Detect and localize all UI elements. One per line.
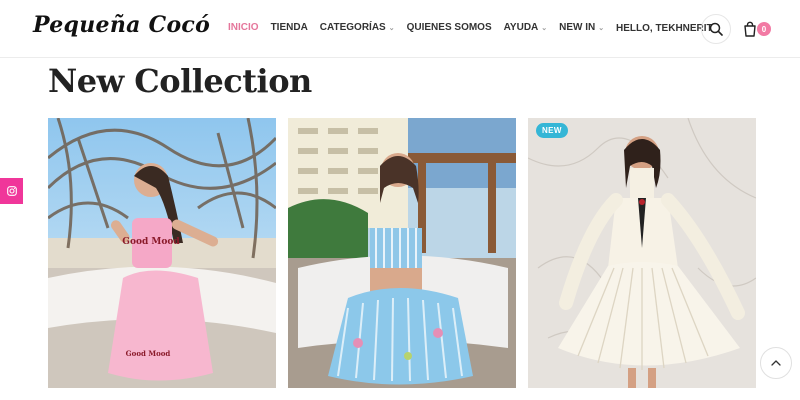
nav-item-label: QUIENES SOMOS — [406, 22, 492, 33]
cart-count-badge: 0 — [757, 22, 771, 36]
print-text: Good Mood — [126, 349, 171, 358]
new-badge: NEW — [536, 123, 568, 138]
chevron-down-icon: ⌄ — [388, 24, 395, 32]
search-icon — [709, 22, 723, 36]
product-image — [288, 118, 516, 388]
nav-item-tienda[interactable]: TIENDA — [271, 22, 308, 33]
product-card[interactable]: Good Mood Good Mood — [48, 118, 276, 388]
nav-item-categorias[interactable]: CATEGORÍAS ⌄ — [320, 22, 395, 33]
account-greeting-link[interactable]: HELLO, TEKHNERIT — [616, 23, 713, 34]
search-button[interactable] — [701, 14, 731, 44]
nav-item-inicio[interactable]: INICIO — [228, 22, 259, 33]
section-title: New Collection — [48, 62, 312, 100]
site-header: Pequeña Cocó INICIO TIENDA CATEGORÍAS ⌄ … — [0, 0, 800, 58]
chevron-down-icon: ⌄ — [598, 24, 605, 32]
main-nav: INICIO TIENDA CATEGORÍAS ⌄ QUIENES SOMOS… — [228, 22, 616, 33]
chevron-down-icon: ⌄ — [541, 24, 548, 32]
nav-item-label: CATEGORÍAS — [319, 22, 386, 33]
nav-item-label: INICIO — [228, 22, 259, 33]
chevron-up-icon — [771, 360, 781, 366]
nav-item-label: NEW IN — [559, 22, 596, 33]
product-image: Good Mood Good Mood — [48, 118, 276, 388]
scroll-to-top-button[interactable] — [760, 347, 792, 379]
nav-item-new-in[interactable]: NEW IN ⌄ — [559, 22, 604, 33]
nav-item-quienes-somos[interactable]: QUIENES SOMOS — [407, 22, 492, 33]
shopping-bag-icon — [744, 21, 756, 37]
instagram-icon — [6, 186, 17, 196]
product-card[interactable]: NEW — [528, 118, 756, 388]
nav-item-label: AYUDA — [503, 22, 539, 33]
nav-item-ayuda[interactable]: AYUDA ⌄ — [504, 22, 548, 33]
nav-item-label: TIENDA — [270, 22, 308, 33]
product-image — [528, 118, 756, 388]
instagram-link[interactable] — [0, 178, 23, 204]
product-card[interactable] — [288, 118, 516, 388]
print-text: Good Mood — [122, 237, 180, 247]
site-logo[interactable]: Pequeña Cocó — [33, 12, 210, 38]
